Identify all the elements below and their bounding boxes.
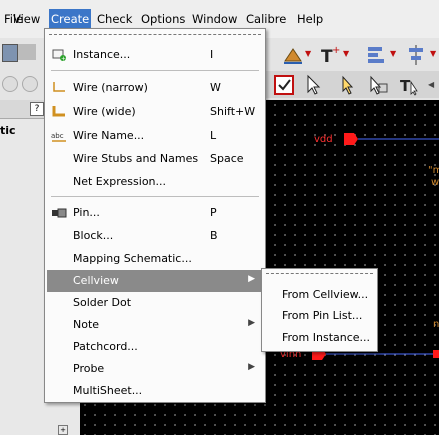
menu-tearoff[interactable] — [49, 34, 261, 35]
submenu-item-from-pin-list[interactable]: From Pin List... — [282, 309, 362, 322]
cellview-submenu: From Cellview... From Pin List... From I… — [261, 268, 378, 352]
submenu-arrow-icon: ▶ — [248, 318, 255, 328]
wire-name-icon: abc — [51, 132, 66, 142]
text-dropdown-icon[interactable]: ▼ — [343, 49, 349, 58]
svg-text:+: + — [332, 45, 340, 56]
distribute-tool-icon[interactable] — [404, 43, 426, 65]
submenu-item-from-cellview[interactable]: From Cellview... — [282, 288, 368, 301]
panel-title-fragment: tic — [0, 124, 16, 137]
menu-window[interactable]: Window — [192, 12, 237, 26]
select-pointer-icon[interactable] — [303, 74, 325, 96]
menu-item-block[interactable]: Block... B — [47, 225, 263, 247]
menu-item-wire-stubs[interactable]: Wire Stubs and Names Space — [47, 148, 263, 170]
wire-wide-icon — [52, 106, 65, 117]
pin-icon — [52, 208, 67, 218]
select-text-icon[interactable]: T — [398, 74, 420, 96]
svg-text:abc: abc — [51, 132, 64, 140]
menu-item-mapping-schematic[interactable]: Mapping Schematic... — [47, 248, 263, 270]
submenu-item-from-instance[interactable]: From Instance... — [282, 331, 370, 344]
menu-item-instance[interactable]: + Instance... I — [47, 44, 263, 66]
menu-help[interactable]: Help — [297, 12, 323, 26]
note-text-fragment-3: n — [433, 319, 439, 330]
submenu-tearoff[interactable] — [266, 273, 373, 274]
align-tool-icon[interactable] — [364, 43, 386, 65]
menu-check[interactable]: Check — [97, 12, 132, 26]
menu-calibre[interactable]: Calibre — [246, 12, 286, 26]
menu-item-cellview[interactable]: Cellview ▶ — [47, 270, 263, 292]
help-badge[interactable]: ? — [30, 102, 44, 116]
menu-item-wire-narrow[interactable]: Wire (narrow) W — [47, 77, 263, 99]
menu-options[interactable]: Options — [141, 12, 185, 26]
svg-text:+: + — [61, 56, 66, 63]
select-area-icon[interactable] — [336, 74, 358, 96]
menu-item-pin[interactable]: Pin... P — [47, 202, 263, 224]
select-all-icon[interactable] — [273, 74, 295, 96]
expand-icon[interactable]: + — [58, 425, 68, 435]
create-menu: + Instance... I Wire (narrow) W Wire (wi… — [44, 28, 266, 403]
menu-separator — [51, 196, 259, 197]
wire-narrow-icon — [53, 82, 65, 92]
shape-tool-icon[interactable] — [282, 44, 304, 66]
instance-icon: + — [52, 49, 66, 63]
submenu-arrow-icon: ▶ — [248, 274, 255, 284]
save-icon[interactable] — [2, 44, 18, 62]
submenu-arrow-icon: ▶ — [248, 362, 255, 372]
note-text-fragment: "m — [428, 165, 439, 176]
note-text-fragment-2: w — [431, 177, 439, 188]
align-dropdown-icon[interactable]: ▼ — [390, 49, 396, 58]
net-label-vdd[interactable]: vdd — [314, 134, 333, 145]
menu-view[interactable]: View — [13, 12, 40, 26]
menu-item-solder-dot[interactable]: Solder Dot — [47, 292, 263, 314]
menu-item-patchcord[interactable]: Patchcord... — [47, 336, 263, 358]
text-tool-icon[interactable]: T + — [318, 43, 340, 65]
undo-icon[interactable] — [2, 76, 18, 92]
menu-item-wire-name[interactable]: abc Wire Name... L — [47, 125, 263, 147]
menu-item-multisheet[interactable]: MultiSheet... — [47, 380, 263, 402]
menu-item-net-expression[interactable]: Net Expression... — [47, 171, 263, 193]
menu-create[interactable]: Create — [49, 9, 92, 29]
menu-item-probe[interactable]: Probe ▶ — [47, 358, 263, 380]
menu-item-wire-wide[interactable]: Wire (wide) Shift+W — [47, 101, 263, 123]
select-instance-icon[interactable] — [366, 74, 388, 96]
menu-item-note[interactable]: Note ▶ — [47, 314, 263, 336]
select-more-icon[interactable]: ◀ — [428, 80, 434, 89]
redo-icon[interactable] — [22, 76, 38, 92]
edit-icon[interactable] — [18, 44, 36, 60]
menu-separator — [51, 70, 259, 71]
svg-text:T: T — [400, 77, 411, 95]
vdd-pin[interactable] — [344, 132, 439, 148]
distribute-dropdown-icon[interactable]: ▼ — [430, 49, 436, 58]
shape-dropdown-icon[interactable]: ▼ — [305, 49, 311, 58]
